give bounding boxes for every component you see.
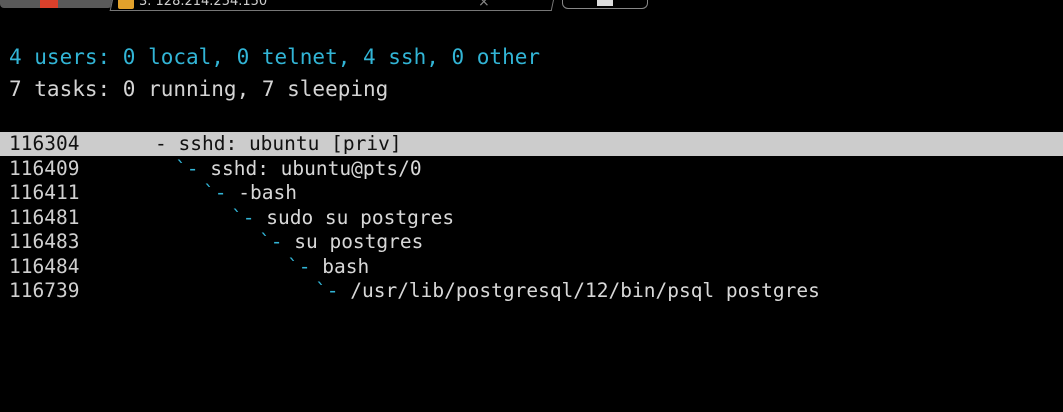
process-pid: 116483 [9, 230, 80, 253]
users-summary: 4 users: 0 local, 0 telnet, 4 ssh, 0 oth… [9, 45, 541, 69]
process-command: /usr/lib/postgresql/12/bin/psql postgres [350, 279, 820, 302]
inactive-tab[interactable] [0, 0, 112, 8]
tree-connector: `- [287, 254, 311, 278]
process-tree-branch: - sshd: ubuntu [priv] [155, 132, 402, 156]
process-tree-branch: `- sudo su postgres [231, 206, 454, 230]
process-pid: 116484 [9, 254, 80, 278]
process-row[interactable]: 116304 - sshd: ubuntu [priv] [0, 132, 1063, 156]
tab-bar: 3. 128.214.254.150 × [0, 0, 1063, 36]
process-row[interactable]: 116484 `- bash [0, 255, 1063, 279]
process-tree-branch: `- -bash [203, 181, 297, 205]
ssh-session-icon [118, 0, 134, 9]
process-tree-branch: `- bash [287, 255, 369, 279]
process-command: sudo su postgres [266, 205, 455, 229]
process-row[interactable]: 116739 `- /usr/lib/postgresql/12/bin/psql… [0, 279, 1063, 303]
process-pid: 116739 [9, 279, 80, 302]
tree-connector: `- [175, 156, 199, 180]
tab-title[interactable]: 3. 128.214.254.150 [139, 0, 267, 9]
process-row[interactable]: 116481 `- sudo su postgres [0, 206, 1063, 230]
tree-connector: `- [259, 230, 283, 253]
process-tree-branch: `- su postgres [259, 230, 423, 254]
process-command: -bash [238, 181, 297, 204]
process-row[interactable]: 116409 `- sshd: ubuntu@pts/0 [0, 157, 1063, 181]
process-command: su postgres [294, 230, 424, 253]
plus-icon [597, 0, 613, 6]
process-pid: 116409 [9, 156, 80, 180]
process-command: sshd: ubuntu [priv] [178, 132, 402, 155]
tab-close-icon[interactable]: × [478, 0, 490, 10]
app-icon [40, 0, 58, 8]
process-pid: 116481 [9, 205, 80, 229]
process-tree-branch: `- sshd: ubuntu@pts/0 [175, 157, 422, 181]
process-pid: 116411 [9, 181, 80, 204]
process-command: bash [322, 254, 370, 278]
tree-connector: `- [203, 181, 227, 204]
process-row[interactable]: 116411 `- -bash [0, 181, 1063, 205]
tree-connector: `- [315, 279, 339, 302]
process-tree-branch: `- /usr/lib/postgresql/12/bin/psql postg… [315, 279, 820, 303]
tree-connector: - [155, 132, 167, 155]
process-pid: 116304 [9, 132, 80, 155]
tasks-summary: 7 tasks: 0 running, 7 sleeping [9, 77, 389, 101]
tree-connector: `- [231, 205, 255, 229]
new-tab-button[interactable] [562, 0, 648, 9]
process-row[interactable]: 116483 `- su postgres [0, 230, 1063, 254]
terminal-output[interactable]: 4 users: 0 local, 0 telnet, 4 ssh, 0 oth… [0, 44, 1063, 412]
process-command: sshd: ubuntu@pts/0 [210, 156, 422, 180]
